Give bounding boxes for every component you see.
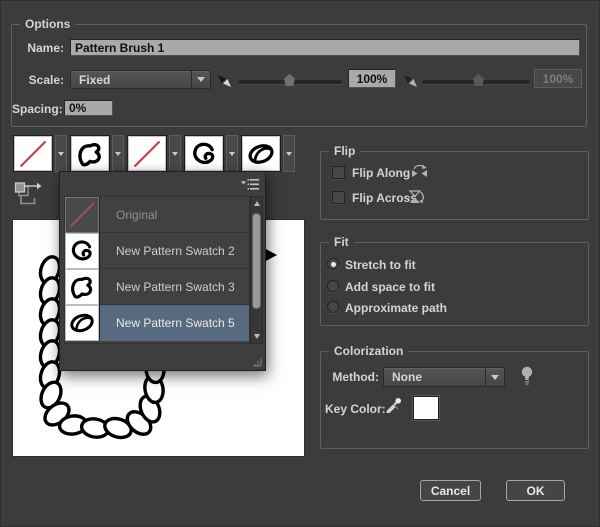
end-tile-swatch[interactable]	[241, 135, 281, 172]
scale-dropdown[interactable]: Fixed	[70, 70, 211, 89]
swatch-list-item-pattern-2[interactable]: New Pattern Swatch 2	[65, 233, 249, 269]
method-label: Method:	[325, 370, 379, 384]
swatch-item-label: New Pattern Swatch 2	[100, 244, 235, 258]
swatch-item-label: Original	[100, 208, 157, 222]
add-space-to-fit-radio[interactable]	[327, 280, 339, 292]
none-pattern-icon	[18, 139, 48, 169]
swatch-list-item-pattern-5[interactable]: New Pattern Swatch 5	[65, 305, 249, 341]
flip-along-label: Flip Along	[352, 166, 410, 180]
swatch-list-item-original[interactable]: Original	[65, 197, 249, 233]
tile-position-icon	[13, 181, 43, 209]
flip-across-checkbox[interactable]	[332, 191, 345, 204]
none-pattern-icon	[68, 201, 96, 229]
none-pattern-icon	[132, 139, 162, 169]
pattern-swatch-5-icon	[246, 139, 276, 169]
key-color-label: Key Color:	[325, 402, 386, 416]
swatch-list-item-pattern-3[interactable]: New Pattern Swatch 3	[65, 269, 249, 305]
pattern-swatch-5-icon	[68, 309, 96, 337]
flip-group: Flip Flip Along Flip Across	[320, 151, 589, 220]
panel-flyout-menu-icon[interactable]	[241, 178, 260, 191]
fit-group: Fit Stretch to fit Add space to fit Appr…	[320, 242, 589, 326]
scroll-up-icon[interactable]	[251, 197, 262, 210]
key-color-swatch[interactable]	[413, 396, 439, 420]
fit-legend: Fit	[329, 235, 354, 249]
pattern-brush-options-dialog: Options Name: Scale: Fixed Spacing:	[0, 0, 600, 527]
scale-slider-secondary-thumb	[473, 74, 484, 86]
stretch-to-fit-radio[interactable]	[327, 258, 339, 270]
eyedropper-icon[interactable]	[385, 397, 403, 415]
original-swatch-thumbnail	[65, 197, 100, 233]
pattern-swatch-2-icon	[68, 237, 96, 265]
colorization-tips-lightbulb-icon[interactable]	[520, 365, 534, 387]
swatch-item-label: New Pattern Swatch 3	[100, 280, 235, 294]
pattern-swatch-list: Original New Pattern Swatch 2 New Patter…	[64, 196, 250, 344]
pattern-5-swatch-thumbnail	[65, 305, 100, 341]
swatch-list-scrollbar[interactable]	[250, 196, 263, 344]
flip-legend: Flip	[329, 144, 360, 158]
spacing-label: Spacing:	[12, 102, 60, 116]
stretch-to-fit-label: Stretch to fit	[345, 258, 416, 272]
flip-along-icon	[410, 163, 429, 180]
name-label: Name:	[12, 41, 64, 55]
approximate-path-radio[interactable]	[327, 301, 339, 313]
options-group: Options Name: Scale: Fixed Spacing:	[11, 24, 587, 127]
pattern-swatch-2-icon	[189, 139, 219, 169]
scale-dropdown-value: Fixed	[79, 71, 110, 88]
scale-percent-secondary-input	[534, 69, 582, 88]
scale-percent-input[interactable]	[348, 69, 396, 88]
colorization-legend: Colorization	[329, 344, 408, 358]
colorization-group: Colorization Method: None Key Color:	[320, 351, 589, 449]
options-legend: Options	[20, 17, 75, 31]
method-dropdown-value: None	[392, 368, 422, 386]
scale-slider-thumb[interactable]	[284, 74, 295, 86]
end-tile-menu-arrow[interactable]	[283, 135, 295, 172]
start-tile-swatch[interactable]	[184, 135, 224, 172]
pattern-swatch-3-icon	[68, 273, 96, 301]
inner-corner-tile-menu-arrow[interactable]	[169, 135, 181, 172]
swatch-item-label: New Pattern Swatch 5	[100, 316, 235, 330]
add-space-to-fit-label: Add space to fit	[345, 280, 435, 294]
scrollbar-thumb[interactable]	[252, 213, 261, 309]
scroll-down-icon[interactable]	[251, 330, 262, 343]
start-tile-menu-arrow[interactable]	[226, 135, 238, 172]
flip-across-icon	[407, 188, 425, 206]
approximate-path-label: Approximate path	[345, 301, 447, 315]
scale-label: Scale:	[12, 73, 64, 87]
scale-slider-secondary-icon	[403, 74, 418, 88]
pattern-swatch-menu: Original New Pattern Swatch 2 New Patter…	[59, 171, 266, 371]
scale-dropdown-arrow-icon	[191, 71, 210, 88]
cancel-button[interactable]: Cancel	[420, 480, 481, 501]
outer-corner-tile-menu-arrow[interactable]	[55, 135, 67, 172]
scale-slider-icon	[217, 74, 232, 88]
flip-along-checkbox[interactable]	[332, 166, 345, 179]
pattern-2-swatch-thumbnail	[65, 233, 100, 269]
method-dropdown[interactable]: None	[383, 367, 505, 387]
name-input[interactable]	[70, 39, 580, 56]
method-dropdown-arrow-icon	[485, 368, 504, 386]
pattern-swatch-3-icon	[75, 139, 105, 169]
side-tile-swatch[interactable]	[70, 135, 110, 172]
inner-corner-tile-swatch[interactable]	[127, 135, 167, 172]
side-tile-menu-arrow[interactable]	[112, 135, 124, 172]
ok-button[interactable]: OK	[506, 480, 565, 501]
pattern-3-swatch-thumbnail	[65, 269, 100, 305]
outer-corner-tile-swatch[interactable]	[13, 135, 53, 172]
panel-resize-grip[interactable]	[250, 355, 262, 367]
spacing-input[interactable]	[64, 100, 113, 116]
